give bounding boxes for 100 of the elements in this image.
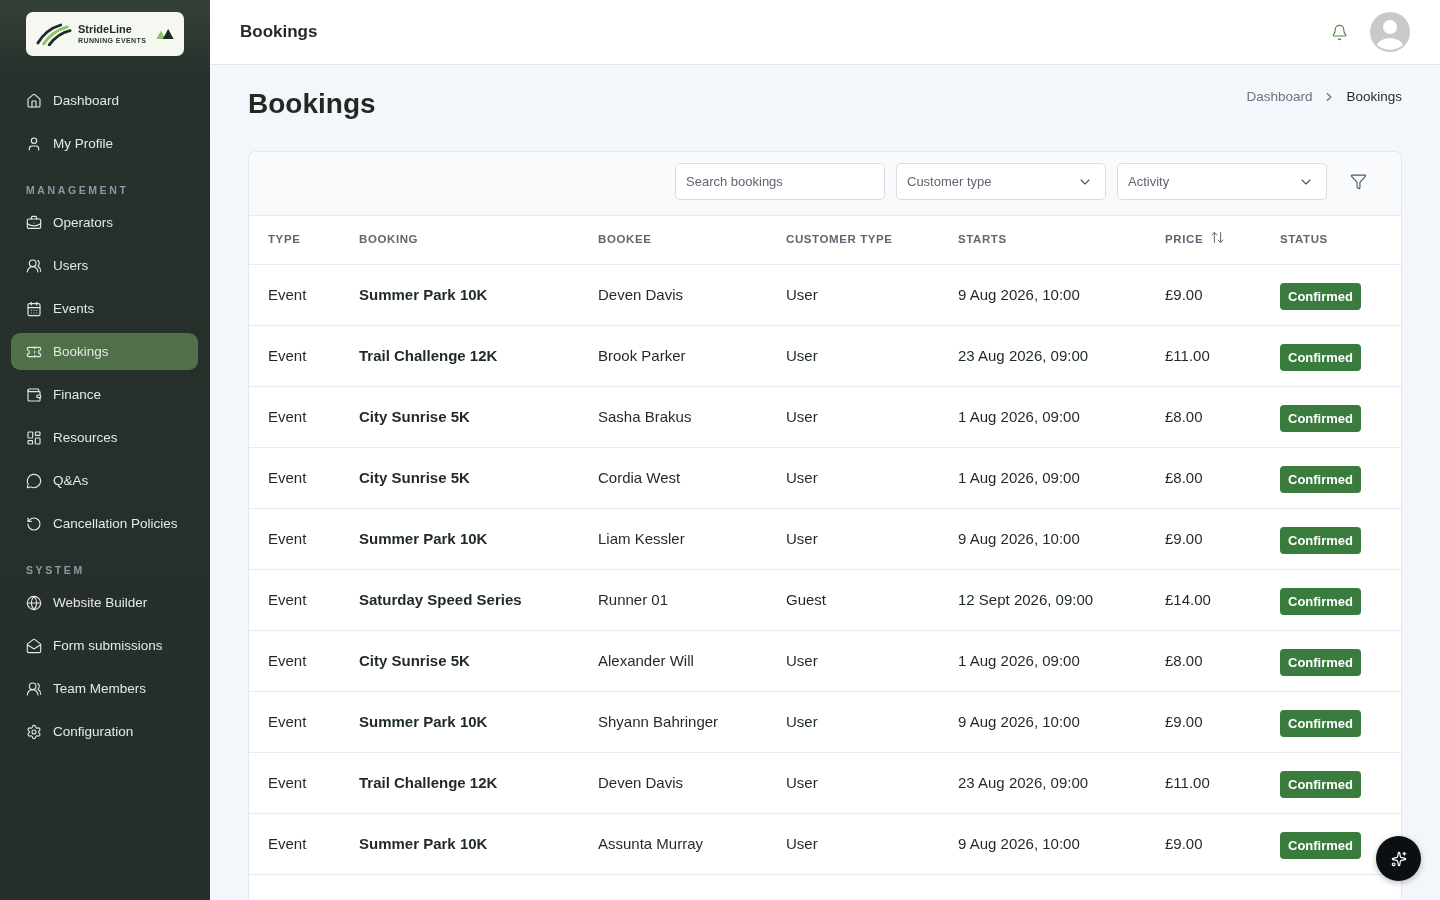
status-label: Confirmed xyxy=(1280,526,1361,554)
nav-item[interactable]: Events xyxy=(11,290,198,327)
start-date-cell: 9 Aug 2026, 10:00 xyxy=(958,835,1080,852)
type-cell: Event xyxy=(268,469,307,486)
column-header: BOOKEE xyxy=(598,233,652,245)
bookee-cell: Alexander Will xyxy=(598,652,694,669)
funnel-icon xyxy=(1350,173,1367,190)
type-cell: Event xyxy=(268,774,307,791)
nav-item[interactable]: Configuration xyxy=(11,713,198,750)
customer-type-cell: User xyxy=(786,713,818,730)
price-cell: £9.00 xyxy=(1165,713,1203,730)
notifications-button[interactable] xyxy=(1331,23,1348,41)
customer-type-cell: User xyxy=(786,774,818,791)
nav-item[interactable]: Bookings xyxy=(11,333,198,370)
booking-name-cell: Trail Challenge 12K xyxy=(359,774,498,791)
booking-name-cell: Summer Park 10K xyxy=(359,713,488,730)
header-title: Bookings xyxy=(240,22,319,42)
mountains-icon xyxy=(156,29,174,39)
booking-name-cell: Trail Challenge 12K xyxy=(359,347,498,364)
nav-item[interactable]: Dashboard xyxy=(11,82,198,119)
nav-item[interactable]: Cancellation Policies xyxy=(11,505,198,542)
users-icon xyxy=(26,257,42,274)
bookee-cell: Liam Kessler xyxy=(598,530,685,547)
nav-item[interactable]: Finance xyxy=(11,376,198,413)
filter-button[interactable] xyxy=(1350,173,1367,190)
type-cell: Event xyxy=(268,835,307,852)
price-cell: £11.00 xyxy=(1165,347,1210,364)
start-date-cell: 23 Aug 2026, 09:00 xyxy=(958,347,1089,364)
nav-item[interactable]: Users xyxy=(11,247,198,284)
users-icon xyxy=(26,680,42,697)
booking-name-cell: Summer Park 10K xyxy=(359,530,488,547)
start-date-cell: 1 Aug 2026, 09:00 xyxy=(958,408,1080,425)
customer-type-cell: User xyxy=(786,652,818,669)
bell-icon xyxy=(1331,23,1348,41)
nav-item[interactable]: Resources xyxy=(11,419,198,456)
nav-item[interactable]: Operators xyxy=(11,204,198,241)
type-cell: Event xyxy=(268,408,307,425)
price-cell: £8.00 xyxy=(1165,652,1203,669)
price-cell: £9.00 xyxy=(1165,530,1203,547)
open-envelope-icon xyxy=(26,637,42,654)
wallet-icon xyxy=(26,386,42,403)
nav-item[interactable]: Website Builder xyxy=(11,584,198,621)
start-date-cell: 1 Aug 2026, 09:00 xyxy=(958,469,1080,486)
price-cell: £8.00 xyxy=(1165,469,1203,486)
column-header: CUSTOMER TYPE xyxy=(786,233,893,245)
customer-type-cell: User xyxy=(786,530,818,547)
briefcase-icon xyxy=(26,214,42,231)
booking-name-cell: Summer Park 10K xyxy=(359,286,488,303)
settings-icon xyxy=(26,723,42,740)
bookee-cell: Cordia West xyxy=(598,469,681,486)
booking-name-cell: City Sunrise 5K xyxy=(359,652,470,669)
nav-item[interactable]: My Profile xyxy=(11,125,198,162)
start-date-cell: 9 Aug 2026, 10:00 xyxy=(958,530,1080,547)
price-cell: £14.00 xyxy=(1165,591,1211,608)
customer-type-cell: Guest xyxy=(786,591,827,608)
column-header: BOOKING xyxy=(359,233,419,245)
start-date-cell: 9 Aug 2026, 10:00 xyxy=(958,286,1080,303)
price-cell: £9.00 xyxy=(1165,286,1203,303)
customer-type-cell: User xyxy=(786,286,818,303)
type-cell: Event xyxy=(268,530,307,547)
sort-icon xyxy=(1210,229,1226,245)
chat-bubble-icon xyxy=(26,472,42,489)
type-cell: Event xyxy=(268,591,307,608)
bookee-cell: Runner 01 xyxy=(598,591,669,608)
calendar-icon xyxy=(26,300,42,317)
start-date-cell: 23 Aug 2026, 09:00 xyxy=(958,774,1089,791)
status-label: Confirmed xyxy=(1280,465,1361,493)
type-cell: Event xyxy=(268,713,307,730)
customer-type-cell: User xyxy=(786,469,818,486)
column-header[interactable]: PRICE xyxy=(1165,233,1226,245)
filter-select[interactable]: Activity xyxy=(1117,163,1327,200)
bookee-cell: Shyann Bahringer xyxy=(598,713,719,730)
booking-name-cell: Summer Park 10K xyxy=(359,835,488,852)
nav-item[interactable]: Team Members xyxy=(11,670,198,707)
customer-type-cell: User xyxy=(786,835,818,852)
logo-name: StrideLine xyxy=(78,24,133,35)
status-label: Confirmed xyxy=(1280,343,1361,371)
type-cell: Event xyxy=(268,286,307,303)
column-header: STATUS xyxy=(1280,233,1328,245)
bookee-cell: Sasha Brakus xyxy=(598,408,692,425)
price-cell: £8.00 xyxy=(1165,408,1203,425)
rotate-arrow-icon xyxy=(26,515,42,532)
status-label: Confirmed xyxy=(1280,404,1361,432)
filter-select[interactable]: Customer type xyxy=(896,163,1106,200)
start-date-cell: 12 Sept 2026, 09:00 xyxy=(958,591,1094,608)
search-field[interactable]: Search bookings xyxy=(675,163,885,200)
column-header: STARTS xyxy=(958,233,1007,245)
nav-section-heading: MANAGEMENT xyxy=(25,183,130,198)
nav-section-heading: SYSTEM xyxy=(25,563,86,578)
nav-item[interactable]: Form submissions xyxy=(11,627,198,664)
sparkle-icon xyxy=(1390,850,1407,867)
nav-item[interactable]: Q&As xyxy=(11,462,198,499)
type-cell: Event xyxy=(268,347,307,364)
booking-name-cell: City Sunrise 5K xyxy=(359,408,470,425)
status-label: Confirmed xyxy=(1280,709,1361,737)
user-icon xyxy=(26,135,42,152)
breadcrumb-link[interactable]: Dashboard xyxy=(1246,89,1313,104)
bookee-cell: Deven Davis xyxy=(598,286,684,303)
status-label: Confirmed xyxy=(1280,648,1361,676)
start-date-cell: 9 Aug 2026, 10:00 xyxy=(958,713,1080,730)
